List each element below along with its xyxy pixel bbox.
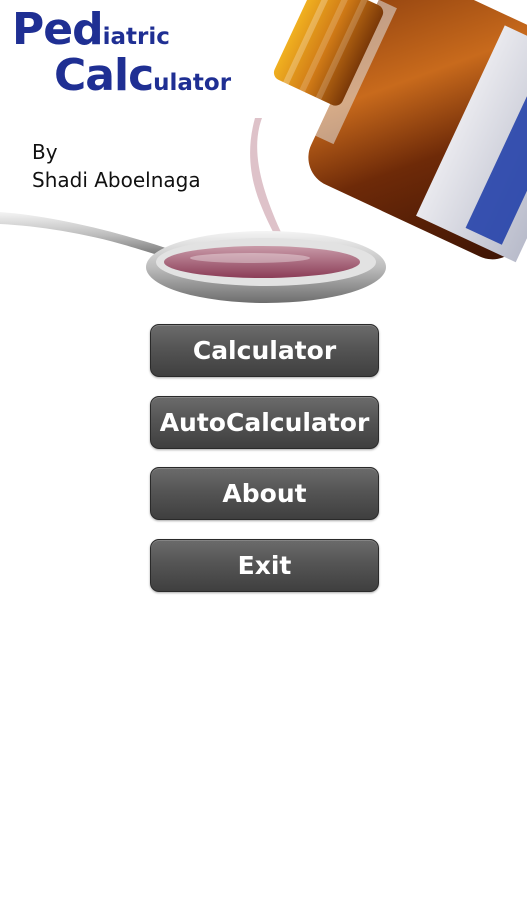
calculator-button[interactable]: Calculator bbox=[150, 324, 379, 377]
title-line-2: Calculator bbox=[54, 54, 231, 98]
main-menu: Calculator AutoCalculator About Exit bbox=[150, 324, 379, 610]
app-title: Pediatric Calculator bbox=[12, 8, 231, 98]
author-prefix: By bbox=[32, 140, 58, 164]
app-screen: Pediatric Calculator By Shadi Aboelnaga … bbox=[0, 0, 527, 900]
header-banner: Pediatric Calculator By Shadi Aboelnaga bbox=[0, 0, 527, 315]
about-button[interactable]: About bbox=[150, 467, 379, 520]
author-name: Shadi Aboelnaga bbox=[32, 168, 201, 192]
title-line-1: Pediatric bbox=[12, 8, 231, 52]
autocalculator-button[interactable]: AutoCalculator bbox=[150, 395, 379, 449]
title-line-2-big: Calc bbox=[54, 50, 154, 101]
title-line-1-big: Ped bbox=[12, 4, 104, 55]
author-credit: By Shadi Aboelnaga bbox=[32, 138, 201, 194]
title-line-2-small: ulator bbox=[153, 70, 232, 96]
title-line-1-small: iatric bbox=[102, 24, 170, 50]
exit-button[interactable]: Exit bbox=[150, 538, 379, 592]
